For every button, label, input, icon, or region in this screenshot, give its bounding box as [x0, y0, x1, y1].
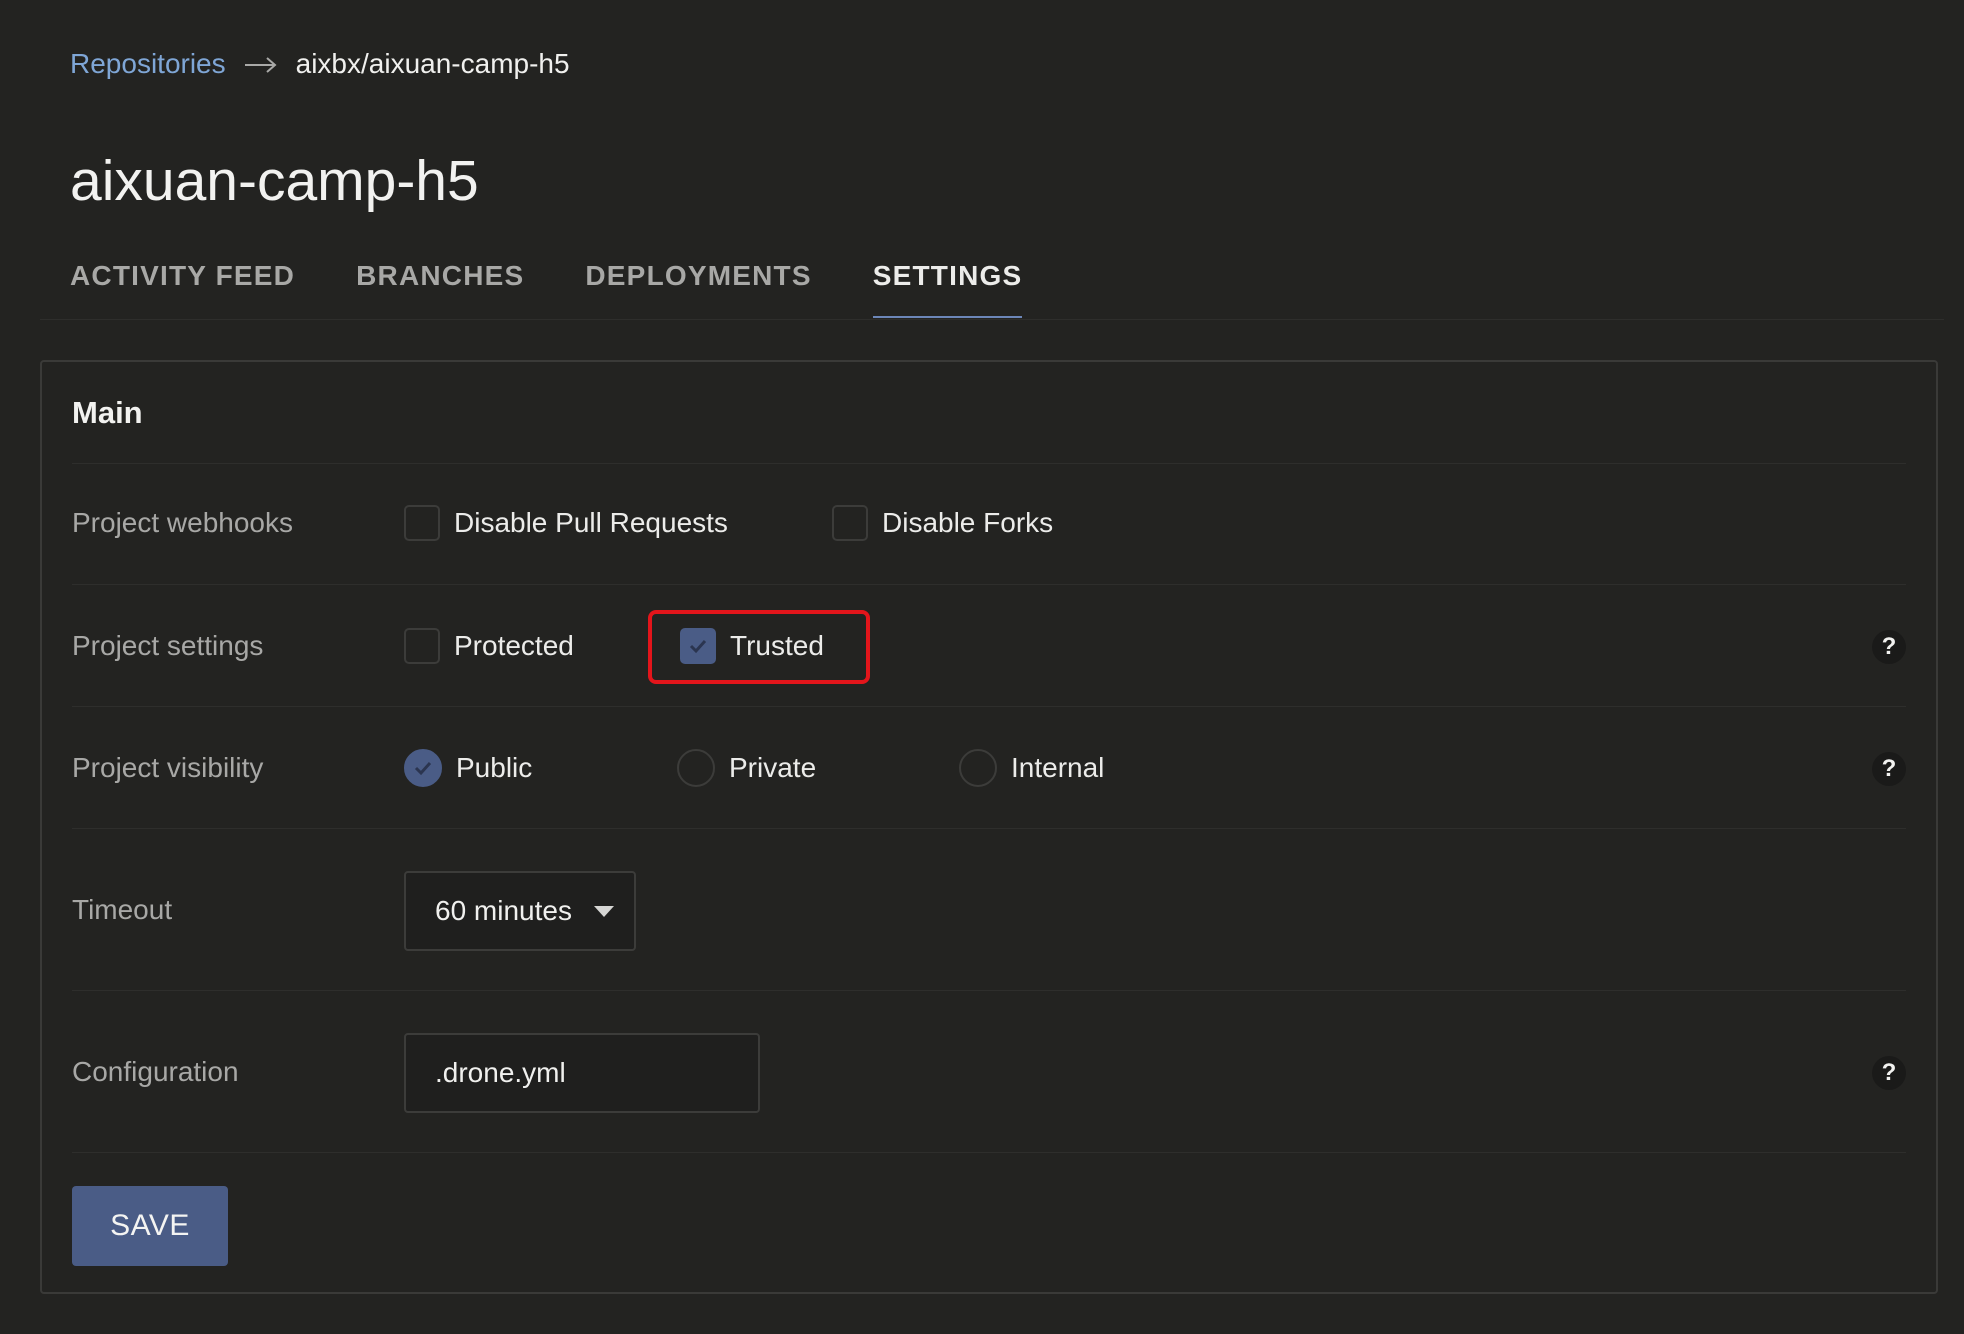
- timeout-select[interactable]: 60 minutes: [404, 871, 636, 951]
- visibility-private-option[interactable]: Private: [677, 748, 816, 788]
- divider: [72, 584, 1906, 585]
- divider: [72, 828, 1906, 829]
- timeout-label: Timeout: [72, 894, 173, 925]
- project-webhooks-label: Project webhooks: [72, 507, 294, 538]
- settings-panel: Main Project webhooks Disable Pull Reque…: [40, 360, 1938, 1294]
- tab-settings[interactable]: SETTINGS: [872, 256, 1023, 318]
- divider: [72, 463, 1906, 464]
- private-label: Private: [729, 752, 817, 783]
- protected-option[interactable]: Protected: [404, 626, 574, 666]
- repo-settings-page: Repositories aixbx/aixuan-camp-h5 aixuan…: [0, 0, 1964, 1334]
- configuration-input[interactable]: [404, 1033, 760, 1113]
- help-icon[interactable]: ?: [1872, 752, 1906, 786]
- tab-deployments[interactable]: DEPLOYMENTS: [585, 256, 811, 318]
- disable-forks-label: Disable Forks: [882, 507, 1054, 538]
- configuration-label: Configuration: [72, 1056, 239, 1087]
- project-visibility-label: Project visibility: [72, 752, 264, 783]
- save-button[interactable]: SAVE: [72, 1186, 228, 1266]
- breadcrumb: Repositories aixbx/aixuan-camp-h5: [70, 44, 570, 84]
- panel-heading: Main: [72, 395, 143, 430]
- public-label: Public: [456, 752, 533, 783]
- disable-pull-requests-label: Disable Pull Requests: [454, 507, 728, 538]
- project-settings-label: Project settings: [72, 630, 264, 661]
- tab-activity-feed[interactable]: ACTIVITY FEED: [70, 256, 295, 318]
- private-radio[interactable]: [677, 749, 715, 787]
- tab-bar: ACTIVITY FEED BRANCHES DEPLOYMENTS SETTI…: [70, 256, 1022, 318]
- arrow-right-icon: [244, 44, 278, 84]
- divider: [72, 1152, 1906, 1153]
- page-title: aixuan-camp-h5: [70, 149, 479, 213]
- caret-down-icon: [593, 905, 614, 917]
- check-icon: [413, 760, 433, 776]
- internal-radio[interactable]: [959, 749, 997, 787]
- breadcrumb-repositories-link[interactable]: Repositories: [70, 44, 226, 84]
- visibility-public-option[interactable]: Public: [404, 748, 532, 788]
- tab-branches[interactable]: BRANCHES: [356, 256, 524, 318]
- divider: [72, 706, 1906, 707]
- breadcrumb-current: aixbx/aixuan-camp-h5: [295, 48, 570, 79]
- protected-checkbox[interactable]: [404, 628, 440, 664]
- protected-label: Protected: [454, 630, 574, 661]
- disable-pull-requests-checkbox[interactable]: [404, 505, 440, 541]
- public-radio[interactable]: [404, 749, 442, 787]
- trusted-highlight-box: [648, 610, 870, 684]
- disable-pull-requests-option[interactable]: Disable Pull Requests: [404, 503, 728, 543]
- help-icon[interactable]: ?: [1872, 630, 1906, 664]
- help-icon[interactable]: ?: [1872, 1056, 1906, 1090]
- tabs-divider: [40, 319, 1944, 320]
- visibility-internal-option[interactable]: Internal: [959, 748, 1104, 788]
- disable-forks-option[interactable]: Disable Forks: [832, 503, 1053, 543]
- internal-label: Internal: [1011, 752, 1105, 783]
- divider: [72, 990, 1906, 991]
- timeout-value: 60 minutes: [435, 895, 572, 926]
- disable-forks-checkbox[interactable]: [832, 505, 868, 541]
